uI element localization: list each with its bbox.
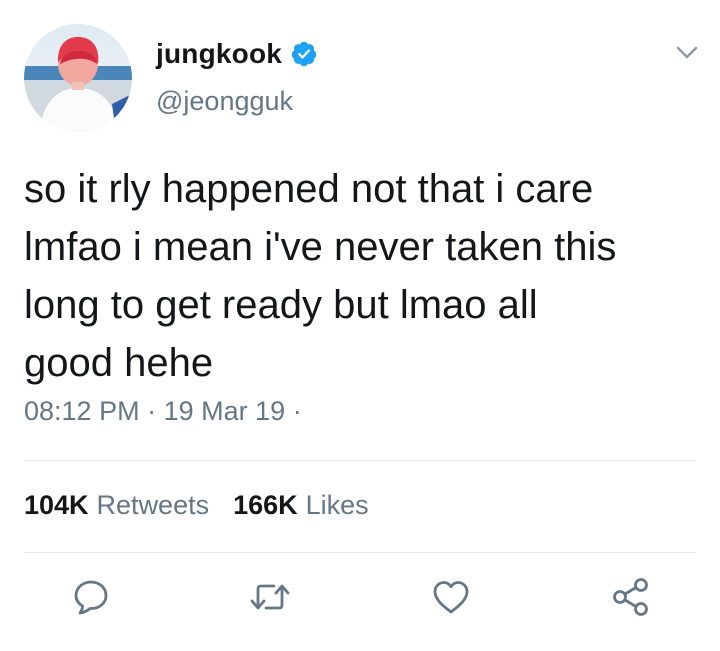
retweets-count: 104K	[24, 490, 89, 520]
divider	[24, 460, 696, 461]
retweet-icon	[248, 577, 292, 622]
user-handle[interactable]: @jeongguk	[156, 86, 293, 117]
tweet-time: 08:12 PM	[24, 396, 140, 426]
tweet-timestamp[interactable]: 08:12 PM · 19 Mar 19 ·	[24, 396, 302, 427]
divider	[24, 552, 696, 553]
retweets-stat[interactable]: 104K Retweets	[24, 490, 209, 521]
tweet-text: so it rly happened not that i care lmfao…	[24, 167, 617, 385]
likes-count: 166K	[233, 490, 298, 520]
retweets-label: Retweets	[96, 490, 210, 520]
likes-label: Likes	[305, 490, 369, 520]
avatar[interactable]	[24, 24, 132, 132]
retweet-button[interactable]	[245, 574, 295, 624]
reply-icon	[71, 577, 111, 622]
chevron-down-icon[interactable]	[674, 40, 700, 66]
name-row: jungkook	[156, 36, 318, 72]
display-name[interactable]: jungkook	[156, 38, 282, 70]
reply-button[interactable]	[66, 574, 116, 624]
avatar-image	[24, 24, 132, 132]
tweet-date: 19 Mar 19	[163, 396, 286, 426]
like-button[interactable]	[426, 574, 476, 624]
share-icon	[610, 576, 652, 623]
tweet-stats: 104K Retweets 166K Likes	[24, 490, 393, 521]
meta-separator: ·	[147, 396, 157, 426]
likes-stat[interactable]: 166K Likes	[233, 490, 369, 521]
tweet-card: jungkook @jeongguk so it rly happened no…	[0, 0, 720, 651]
meta-separator-trailing: ·	[292, 396, 302, 426]
share-button[interactable]	[606, 574, 656, 624]
action-bar	[0, 574, 720, 624]
verified-badge-icon	[290, 40, 318, 68]
heart-icon	[430, 577, 472, 622]
